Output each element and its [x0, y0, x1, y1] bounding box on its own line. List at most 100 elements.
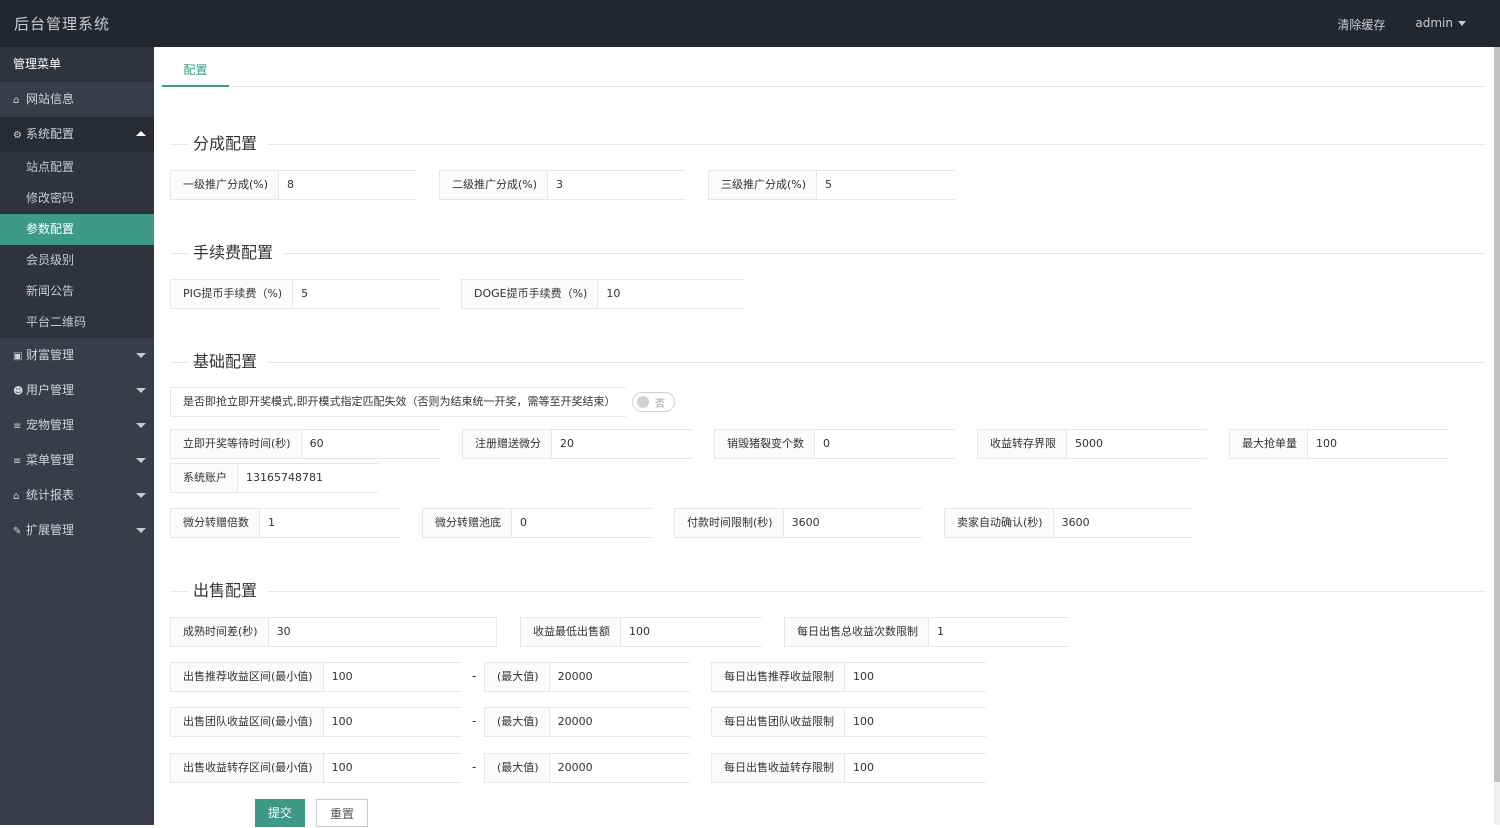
- wait-time-field: 立即开奖等待时间(秒): [170, 429, 455, 459]
- pay-limit-input[interactable]: [783, 509, 937, 537]
- field-label: 最大抢单量: [1230, 430, 1308, 458]
- sidebar-item-extensions[interactable]: ✎ 扩展管理: [0, 513, 154, 548]
- range-dash: -: [472, 760, 477, 774]
- top-right-menu: 清除缓存 admin: [1337, 16, 1466, 33]
- transfer-range-min-field: 出售收益转存区间(最小值): [170, 753, 477, 783]
- field-label: 收益最低出售额: [521, 618, 621, 646]
- destroy-input[interactable]: [815, 430, 968, 458]
- referral-range-min-field: 出售推荐收益区间(最小值): [170, 662, 477, 692]
- sidebar-item-label: 网站信息: [26, 92, 75, 106]
- sys-account-field: 系统账户: [170, 463, 391, 493]
- sidebar-sub-param-config[interactable]: 参数配置: [0, 214, 154, 245]
- sidebar-sub-news[interactable]: 新闻公告: [0, 276, 154, 307]
- max-grab-field: 最大抢单量: [1229, 429, 1461, 459]
- transfer-limit-daily-input[interactable]: [845, 754, 998, 782]
- instant-mode-switch[interactable]: 否: [632, 392, 675, 412]
- submit-button[interactable]: 提交: [255, 799, 305, 827]
- wait-time-input[interactable]: [301, 430, 455, 458]
- range-dash: -: [472, 714, 477, 728]
- scrollbar[interactable]: [1494, 47, 1500, 825]
- range-dash: -: [472, 669, 477, 683]
- team-range-max-field: (最大值): [484, 707, 703, 737]
- sidebar-item-system-config[interactable]: ⚙ 系统配置: [0, 117, 154, 152]
- switch-text: 否: [655, 399, 665, 410]
- auto-confirm-field: 卖家自动确认(秒): [944, 508, 1207, 538]
- sidebar-item-pets[interactable]: ≡ 宠物管理: [0, 408, 154, 443]
- min-sale-input[interactable]: [621, 618, 774, 646]
- sidebar-sub-site-config[interactable]: 站点配置: [0, 152, 154, 183]
- field-label: 成熟时间差(秒): [171, 618, 269, 646]
- sidebar-item-menus[interactable]: ≡ 菜单管理: [0, 443, 154, 478]
- daily-count-field: 每日出售总收益次数限制: [784, 617, 1082, 647]
- reg-gift-input[interactable]: [552, 430, 705, 458]
- share-level3-input[interactable]: [817, 171, 971, 199]
- gift-pool-input[interactable]: [512, 509, 665, 537]
- mature-diff-input[interactable]: [268, 618, 496, 646]
- section-title: 分成配置: [188, 134, 268, 154]
- chevron-down-icon: [136, 528, 146, 533]
- referral-range-max-input[interactable]: [549, 663, 703, 691]
- sidebar-item-label: 宠物管理: [26, 418, 75, 432]
- gears-icon: ⚙: [13, 130, 22, 141]
- field-label: 出售推荐收益区间(最小值): [171, 663, 324, 691]
- daily-count-input[interactable]: [929, 618, 1082, 646]
- tab-bar: 配置: [162, 47, 1486, 87]
- chevron-down-icon: [136, 388, 146, 393]
- clear-cache-link[interactable]: 清除缓存: [1337, 16, 1385, 33]
- gift-multiple-input[interactable]: [260, 509, 413, 537]
- sys-account-input[interactable]: [238, 464, 391, 492]
- divider: [170, 362, 1486, 363]
- auto-confirm-input[interactable]: [1053, 509, 1207, 537]
- team-range-max-input[interactable]: [549, 708, 703, 736]
- field-label: 卖家自动确认(秒): [945, 509, 1054, 537]
- field-label: 每日出售收益转存限制: [712, 754, 845, 782]
- transfer-limit-field: 收益转存界限: [977, 429, 1220, 459]
- sidebar-item-reports[interactable]: ⌂ 统计报表: [0, 478, 154, 513]
- team-range-min-input[interactable]: [323, 708, 477, 736]
- section-basic: 基础配置: [170, 352, 1486, 372]
- sidebar-item-label: 系统配置: [26, 127, 75, 141]
- referral-range-min-input[interactable]: [323, 663, 477, 691]
- section-title: 出售配置: [188, 581, 268, 601]
- field-label: (最大值): [485, 663, 550, 691]
- sidebar-sub-qrcode[interactable]: 平台二维码: [0, 307, 154, 338]
- team-limit-input[interactable]: [845, 708, 998, 736]
- money-icon: ▣: [13, 351, 23, 362]
- field-label: 收益转存界限: [978, 430, 1067, 458]
- referral-range-max-field: (最大值): [484, 662, 703, 692]
- sidebar-sub-change-password[interactable]: 修改密码: [0, 183, 154, 214]
- wrench-icon: ✎: [13, 526, 22, 537]
- home-icon: ⌂: [13, 95, 20, 106]
- tab-config[interactable]: 配置: [162, 47, 229, 87]
- share-level2-field: 二级推广分成(%): [439, 170, 702, 200]
- transfer-range-max-field: (最大值): [484, 753, 703, 783]
- sidebar-sub-member-level[interactable]: 会员级别: [0, 245, 154, 276]
- sidebar-item-site-info[interactable]: ⌂ 网站信息: [0, 82, 154, 117]
- field-label: 二级推广分成(%): [440, 171, 549, 199]
- sidebar-item-wealth[interactable]: ▣ 财富管理: [0, 338, 154, 373]
- share-level1-input[interactable]: [279, 171, 433, 199]
- max-grab-input[interactable]: [1308, 430, 1461, 458]
- field-label: DOGE提币手续费（%): [462, 280, 599, 308]
- gift-multiple-field: 微分转赠倍数: [170, 508, 413, 538]
- switch-knob: [637, 396, 649, 408]
- field-label: 付款时间限制(秒): [675, 509, 784, 537]
- transfer-range-max-input[interactable]: [549, 754, 703, 782]
- share-level3-field: 三级推广分成(%): [708, 170, 971, 200]
- sidebar-item-users[interactable]: ☻ 用户管理: [0, 373, 154, 408]
- fee-pig-input[interactable]: [293, 280, 447, 308]
- users-icon: ☻: [13, 386, 24, 397]
- scrollbar-thumb[interactable]: [1494, 47, 1500, 782]
- user-menu[interactable]: admin: [1415, 16, 1466, 33]
- field-label: 出售收益转存区间(最小值): [171, 754, 324, 782]
- transfer-range-min-input[interactable]: [323, 754, 477, 782]
- referral-limit-input[interactable]: [845, 663, 998, 691]
- reset-button[interactable]: 重置: [316, 799, 368, 827]
- sidebar-item-label: 财富管理: [26, 348, 75, 362]
- sidebar-item-label: 用户管理: [26, 383, 75, 397]
- transfer-limit-input[interactable]: [1067, 430, 1220, 458]
- referral-limit-field: 每日出售推荐收益限制: [711, 662, 998, 692]
- fee-doge-input[interactable]: [598, 280, 752, 308]
- sidebar-header: 管理菜单: [0, 47, 154, 82]
- share-level2-input[interactable]: [548, 171, 702, 199]
